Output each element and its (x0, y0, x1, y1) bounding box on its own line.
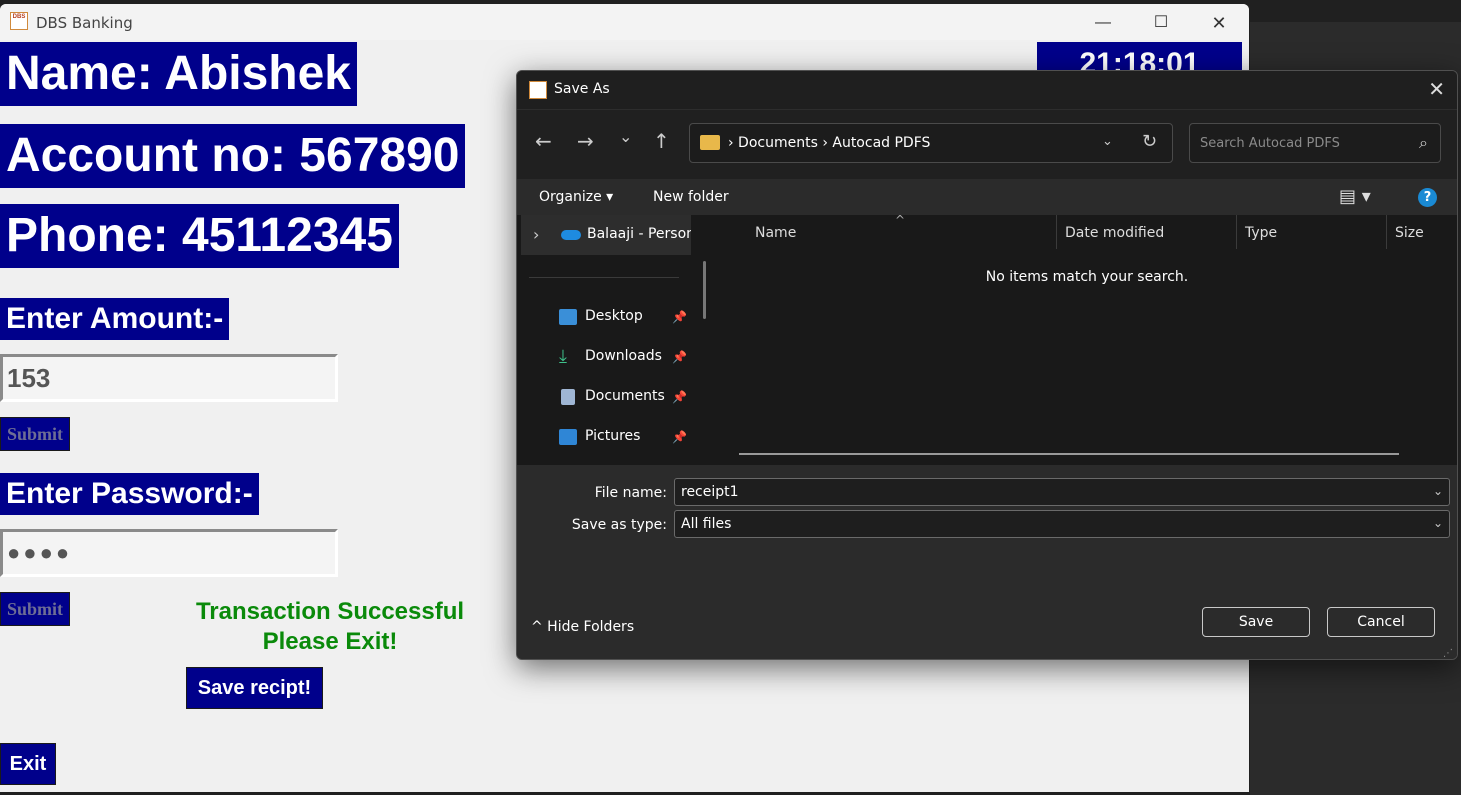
password-submit-button[interactable]: Submit (0, 592, 70, 626)
sidebar-item-downloads[interactable]: Downloads (585, 348, 662, 364)
account-label: Account no: 567890 (0, 124, 466, 188)
minimize-button[interactable]: — (1074, 6, 1132, 40)
dialog-footer: File name: receipt1 ⌄ Save as type: All … (517, 465, 1457, 659)
navigation-pane: › Balaaji - Persona Desktop 📌 ⤓ Download… (517, 215, 717, 465)
breadcrumb[interactable]: › Documents › Autocad PDFS (728, 135, 930, 151)
chevron-down-icon[interactable]: ⌄ (1102, 134, 1113, 149)
recent-locations-icon[interactable]: ⌄ (619, 127, 632, 146)
amount-label: Enter Amount:- (0, 298, 230, 340)
app-titlebar: DBS DBS Banking — ☐ ✕ (0, 4, 1249, 40)
hide-folders-button[interactable]: ^ Hide Folders (531, 619, 634, 635)
back-arrow-icon[interactable]: ← (535, 129, 552, 153)
sort-ascending-icon: ^ (895, 213, 906, 227)
save-as-dialog: Save As ✕ ← → ⌄ ↑ › Documents › Autocad … (516, 70, 1458, 660)
save-button[interactable]: Save (1202, 607, 1310, 637)
exit-message: Please Exit! (262, 628, 398, 655)
column-divider[interactable] (1056, 215, 1057, 249)
empty-message: No items match your search. (985, 269, 1189, 285)
column-divider[interactable] (1386, 215, 1387, 249)
resize-grip-icon[interactable]: ⋰ (1443, 648, 1453, 659)
phone-label: Phone: 45112345 (0, 204, 399, 268)
password-input[interactable]: ●●●● (0, 529, 338, 577)
exit-button[interactable]: Exit (0, 743, 56, 785)
nav-scrollbar[interactable] (703, 261, 706, 319)
file-name-field[interactable]: receipt1 ⌄ (674, 478, 1450, 506)
expand-chevron-icon[interactable]: › (533, 225, 539, 244)
save-type-label: Save as type: (571, 517, 667, 533)
documents-icon (561, 389, 575, 405)
maximize-button[interactable]: ☐ (1132, 6, 1190, 40)
sidebar-item-onedrive[interactable]: › Balaaji - Persona (521, 215, 691, 255)
column-header-name[interactable]: Name (755, 225, 796, 241)
new-folder-button[interactable]: New folder (653, 189, 729, 205)
dialog-toolbar: Organize ▾ New folder ▤ ▾ ? (517, 179, 1457, 215)
save-type-select[interactable]: All files ⌄ (674, 510, 1450, 538)
pin-icon: 📌 (672, 390, 687, 404)
sidebar-item-pictures[interactable]: Pictures (585, 428, 640, 444)
search-input[interactable]: Search Autocad PDFS (1200, 136, 1340, 151)
address-bar[interactable]: › Documents › Autocad PDFS ⌄ ↻ (689, 123, 1173, 163)
sidebar-item-documents[interactable]: Documents (585, 388, 665, 404)
download-icon: ⤓ (559, 346, 567, 367)
search-icon[interactable]: ⌕ (1419, 133, 1428, 153)
dialog-app-icon (529, 81, 547, 99)
onedrive-label: Balaaji - Persona (587, 226, 691, 242)
save-receipt-button[interactable]: Save recipt! (186, 667, 323, 709)
column-header-type[interactable]: Type (1245, 225, 1277, 241)
file-list: Name ^ Date modified Type Size No items … (717, 213, 1457, 465)
success-message: Transaction Successful (195, 598, 465, 625)
password-label: Enter Password:- (0, 473, 259, 515)
column-header-date[interactable]: Date modified (1065, 225, 1164, 241)
cancel-button[interactable]: Cancel (1327, 607, 1435, 637)
pin-icon: 📌 (672, 430, 687, 444)
app-logo-icon: DBS (10, 12, 28, 30)
folder-icon (700, 135, 720, 150)
close-button[interactable]: ✕ (1190, 6, 1248, 40)
chevron-down-icon[interactable]: ⌄ (1433, 516, 1443, 530)
refresh-icon[interactable]: ↻ (1142, 131, 1157, 152)
help-icon[interactable]: ? (1418, 188, 1437, 207)
view-options-icon[interactable]: ▤ ▾ (1339, 186, 1371, 207)
organize-menu[interactable]: Organize ▾ (539, 189, 613, 205)
file-name-value[interactable]: receipt1 (681, 484, 739, 500)
dialog-title: Save As (554, 81, 610, 97)
dialog-close-icon[interactable]: ✕ (1428, 77, 1445, 101)
app-title: DBS Banking (36, 14, 133, 32)
cloud-icon (561, 230, 581, 240)
search-box[interactable]: Search Autocad PDFS ⌕ (1189, 123, 1441, 163)
save-type-value[interactable]: All files (681, 516, 731, 532)
desktop-icon (559, 309, 577, 325)
up-arrow-icon[interactable]: ↑ (653, 129, 670, 153)
dialog-titlebar: Save As ✕ (517, 71, 1457, 110)
pin-icon: 📌 (672, 310, 687, 324)
pictures-icon (559, 429, 577, 445)
amount-input[interactable]: 153 (0, 354, 338, 402)
chevron-down-icon[interactable]: ⌄ (1433, 484, 1443, 498)
forward-arrow-icon[interactable]: → (577, 129, 594, 153)
horizontal-scrollbar[interactable] (739, 453, 1399, 455)
file-name-label: File name: (594, 485, 667, 501)
pin-icon: 📌 (672, 350, 687, 364)
transaction-status: Transaction Successful Please Exit! (160, 597, 500, 657)
name-label: Name: Abishek (0, 42, 357, 106)
column-header-size[interactable]: Size (1395, 225, 1424, 241)
nav-divider (529, 277, 679, 278)
sidebar-item-desktop[interactable]: Desktop (585, 308, 643, 324)
column-divider[interactable] (1236, 215, 1237, 249)
amount-submit-button[interactable]: Submit (0, 417, 70, 451)
